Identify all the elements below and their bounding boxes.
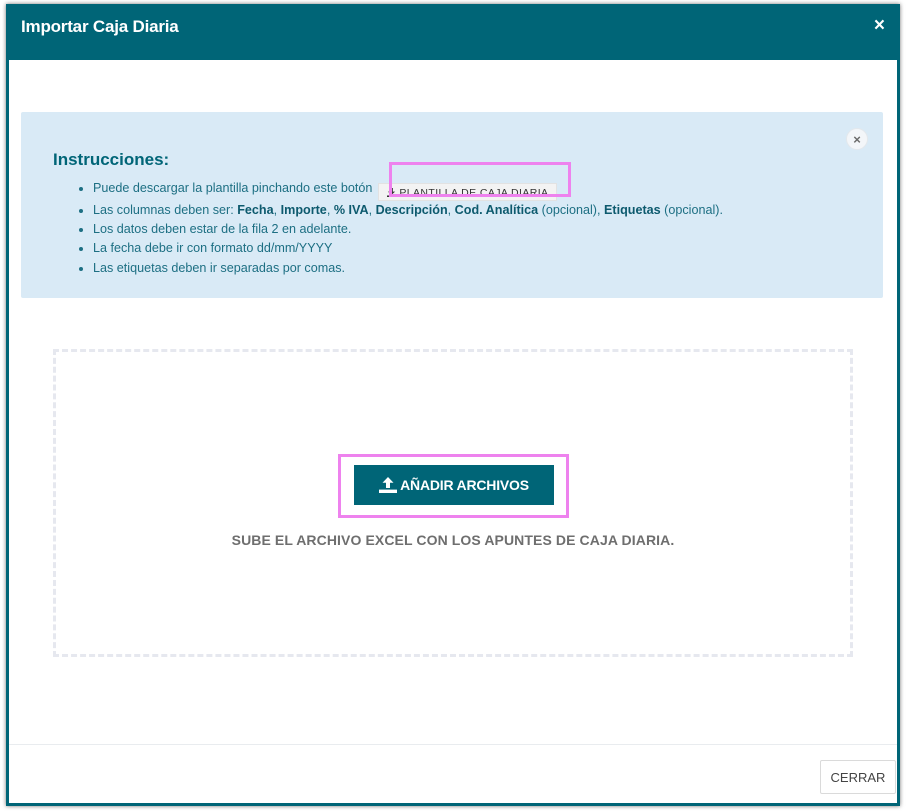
close-icon[interactable]: × [874, 16, 885, 36]
separator: , [368, 203, 376, 217]
add-files-button[interactable]: AÑADIR ARCHIVOS [354, 465, 554, 505]
column-name: Etiquetas [604, 203, 661, 217]
instruction-item-columns: Las columnas deben ser: Fecha, Importe, … [93, 201, 873, 220]
download-icon [387, 188, 397, 197]
add-files-label: AÑADIR ARCHIVOS [400, 477, 529, 493]
instruction-text: Las columnas deben ser: [93, 203, 238, 217]
instructions-list: Puede descargar la plantilla pinchando e… [73, 179, 873, 278]
instructions-panel: × Instrucciones: Puede descargar la plan… [21, 112, 883, 298]
instruction-item-template: Puede descargar la plantilla pinchando e… [93, 179, 873, 201]
column-name: Importe [280, 203, 327, 217]
modal-title: Importar Caja Diaria [21, 17, 179, 36]
instruction-text: Puede descargar la plantilla pinchando e… [93, 181, 373, 195]
close-button[interactable]: CERRAR [820, 760, 896, 794]
separator: , [326, 203, 334, 217]
download-template-button[interactable]: PLANTILLA DE CAJA DIARIA [378, 183, 558, 201]
dropzone-hint: SUBE EL ARCHIVO EXCEL CON LOS APUNTES DE… [231, 532, 675, 548]
column-name: Cod. Analítica [454, 203, 539, 217]
column-name: Fecha [237, 203, 274, 217]
modal-header: Importar Caja Diaria × [9, 4, 897, 60]
optional-note: (opcional), [538, 203, 604, 217]
footer-divider [9, 744, 897, 745]
instruction-item-date: La fecha debe ir con formato dd/mm/YYYY [93, 239, 873, 258]
dismiss-instructions-icon[interactable]: × [846, 128, 868, 150]
template-button-label: PLANTILLA DE CAJA DIARIA [399, 187, 549, 199]
instruction-item-tags: Las etiquetas deben ir separadas por com… [93, 259, 873, 278]
column-name: Descripción [375, 203, 448, 217]
optional-note: (opcional). [660, 203, 723, 217]
import-modal: Importar Caja Diaria × × Instrucciones: … [6, 4, 900, 806]
column-name: % IVA [333, 203, 369, 217]
instruction-item-rows: Los datos deben estar de la fila 2 en ad… [93, 220, 873, 239]
separator: , [273, 203, 281, 217]
separator: , [447, 203, 455, 217]
instructions-heading: Instrucciones: [53, 150, 170, 169]
upload-icon [379, 477, 398, 493]
